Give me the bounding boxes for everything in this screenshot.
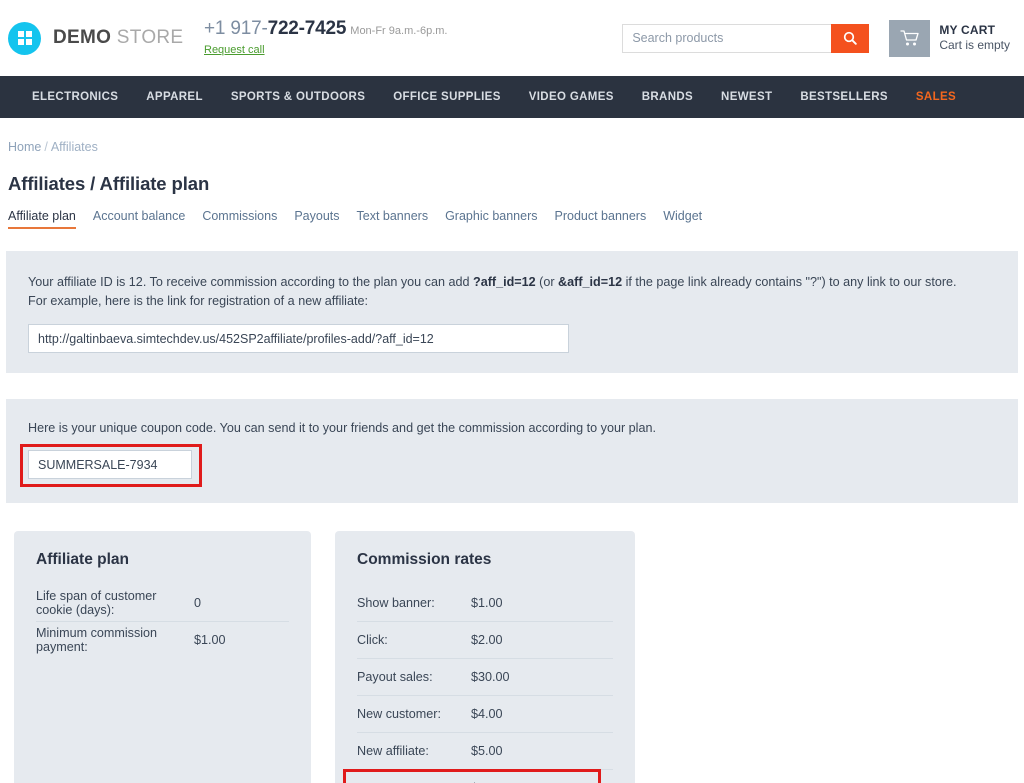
nav-item-video-games[interactable]: VIDEO GAMES: [515, 76, 628, 118]
nav-item-sales[interactable]: SALES: [902, 76, 970, 118]
affiliate-id-description: Your affiliate ID is 12. To receive comm…: [28, 273, 968, 311]
commission-rate-label: New customer:: [357, 707, 441, 722]
cart-block[interactable]: MY CART Cart is empty: [889, 19, 1010, 57]
affiliate-text-1: Your affiliate ID is 12. To receive comm…: [28, 275, 473, 289]
plan-row-label: Life span of customer cookie (days):: [36, 588, 157, 617]
cart-status: Cart is empty: [939, 38, 1010, 52]
phone-line: +1 917-722-7425 Mon-Fr 9a.m.-6p.m.: [204, 18, 516, 39]
nav-item-sports-outdoors[interactable]: SPORTS & OUTDOORS: [217, 76, 379, 118]
search-icon: [844, 31, 858, 45]
commission-rate-value: $5.00: [471, 744, 503, 759]
tab-product-banners[interactable]: Product banners: [555, 209, 658, 229]
plan-row: Minimum commission payment: $1.00: [36, 621, 289, 658]
nav-item-office-supplies[interactable]: OFFICE SUPPLIES: [379, 76, 515, 118]
tab-widget[interactable]: Widget: [663, 209, 713, 229]
grid-logo-icon: [8, 21, 41, 55]
plan-row-value: $1.00: [194, 633, 226, 648]
plan-row: Life span of customer cookie (days): 0: [36, 584, 289, 621]
cart-title: MY CART: [939, 23, 996, 37]
info-cards: Affiliate plan Life span of customer coo…: [6, 503, 1018, 783]
search-button[interactable]: [831, 23, 870, 53]
tab-bar: Affiliate plan Account balance Commissions…: [6, 195, 1018, 229]
contact-block: +1 917-722-7425 Mon-Fr 9a.m.-6p.m. Reques…: [186, 18, 516, 57]
commission-rate-value: $1.00: [471, 595, 503, 610]
search-block: [622, 23, 870, 53]
tab-payouts[interactable]: Payouts: [294, 209, 350, 229]
affiliate-link-input[interactable]: [28, 324, 569, 354]
phone-prefix: +1 917-: [204, 18, 268, 40]
commission-rate-row: New customer: $4.00: [357, 695, 613, 732]
coupon-description: Here is your unique coupon code. You can…: [28, 421, 656, 436]
coupon-code-input[interactable]: [28, 450, 192, 480]
site-header: DEMO STORE +1 917-722-7425 Mon-Fr 9a.m.-6…: [0, 0, 1024, 76]
request-call-link[interactable]: Request call: [204, 44, 265, 56]
coupon-panel: Here is your unique coupon code. You can…: [6, 399, 1018, 504]
commission-rate-rows: Show banner: $1.00 Click: $2.00 Payout sales…: [343, 584, 613, 783]
commission-rate-row: Click: $2.00: [357, 621, 613, 658]
tab-graphic-banners[interactable]: Graphic banners: [445, 209, 548, 229]
logo-text: DEMO STORE: [53, 27, 183, 49]
phone-hours: Mon-Fr 9a.m.-6p.m.: [350, 25, 448, 38]
plan-row-label: Minimum commission payment:: [36, 626, 158, 655]
search-input[interactable]: [622, 23, 832, 53]
affiliate-code-2: &aff_id=12: [558, 275, 623, 289]
commission-rate-label: New affiliate:: [357, 744, 429, 759]
logo-word-2: STORE: [116, 27, 184, 48]
affiliate-text-2: (or: [535, 275, 559, 289]
commission-rate-value: $4.00: [471, 707, 503, 722]
nav-item-apparel[interactable]: APPAREL: [132, 76, 217, 118]
cart-icon-button[interactable]: [889, 19, 931, 57]
affiliate-plan-card: Affiliate plan Life span of customer coo…: [14, 531, 311, 783]
page-content: Home / Affiliates Affiliates / Affiliate p…: [0, 118, 1024, 783]
commission-rates-card: Commission rates Show banner: $1.00 Click:…: [335, 531, 635, 783]
commission-rate-value: $2.00: [471, 633, 503, 648]
main-navigation: ELECTRONICS APPAREL SPORTS & OUTDOORS OFFIC…: [0, 76, 1024, 118]
commission-rate-label: Click:: [357, 633, 388, 648]
tab-account-balance[interactable]: Account balance: [93, 209, 196, 229]
commission-rate-row: Use coupon:$50.00: [343, 769, 613, 783]
commission-rate-value: $30.00: [471, 670, 510, 685]
affiliate-id-panel: Your affiliate ID is 12. To receive comm…: [6, 251, 1018, 374]
breadcrumb-home[interactable]: Home: [8, 140, 41, 154]
affiliate-plan-card-title: Affiliate plan: [36, 551, 130, 569]
affiliate-code-1: ?aff_id=12: [473, 275, 536, 289]
nav-item-newest[interactable]: NEWEST: [707, 76, 786, 118]
commission-rate-row: Show banner: $1.00: [357, 584, 613, 621]
tab-commissions[interactable]: Commissions: [202, 209, 288, 229]
phone-number: 722-7425: [267, 18, 347, 40]
tab-affiliate-plan[interactable]: Affiliate plan: [8, 209, 76, 229]
shopping-cart-icon: [900, 30, 919, 46]
commission-rate-label: Show banner:: [357, 595, 435, 610]
breadcrumb-separator: /: [44, 140, 48, 154]
commission-rate-row: New affiliate: $5.00: [357, 732, 613, 769]
breadcrumb: Home / Affiliates: [6, 118, 1018, 154]
commission-rate-row: Payout sales: $30.00: [357, 658, 613, 695]
coupon-input-wrapper: [20, 444, 202, 488]
commission-rate-label: Payout sales:: [357, 670, 433, 685]
nav-item-electronics[interactable]: ELECTRONICS: [18, 76, 132, 118]
breadcrumb-current: Affiliates: [50, 140, 98, 154]
commission-rates-card-title: Commission rates: [357, 551, 492, 569]
plan-row-value: 0: [194, 595, 202, 610]
logo-word-1: DEMO: [53, 27, 112, 48]
logo[interactable]: DEMO STORE: [8, 21, 186, 55]
nav-item-brands[interactable]: BRANDS: [628, 76, 707, 118]
nav-item-bestsellers[interactable]: BESTSELLERS: [786, 76, 902, 118]
page-title: Affiliates / Affiliate plan: [8, 173, 210, 194]
affiliate-plan-rows: Life span of customer cookie (days): 0 Min…: [36, 584, 289, 658]
cart-texts: MY CART Cart is empty: [939, 23, 1010, 53]
tab-text-banners[interactable]: Text banners: [357, 209, 440, 229]
